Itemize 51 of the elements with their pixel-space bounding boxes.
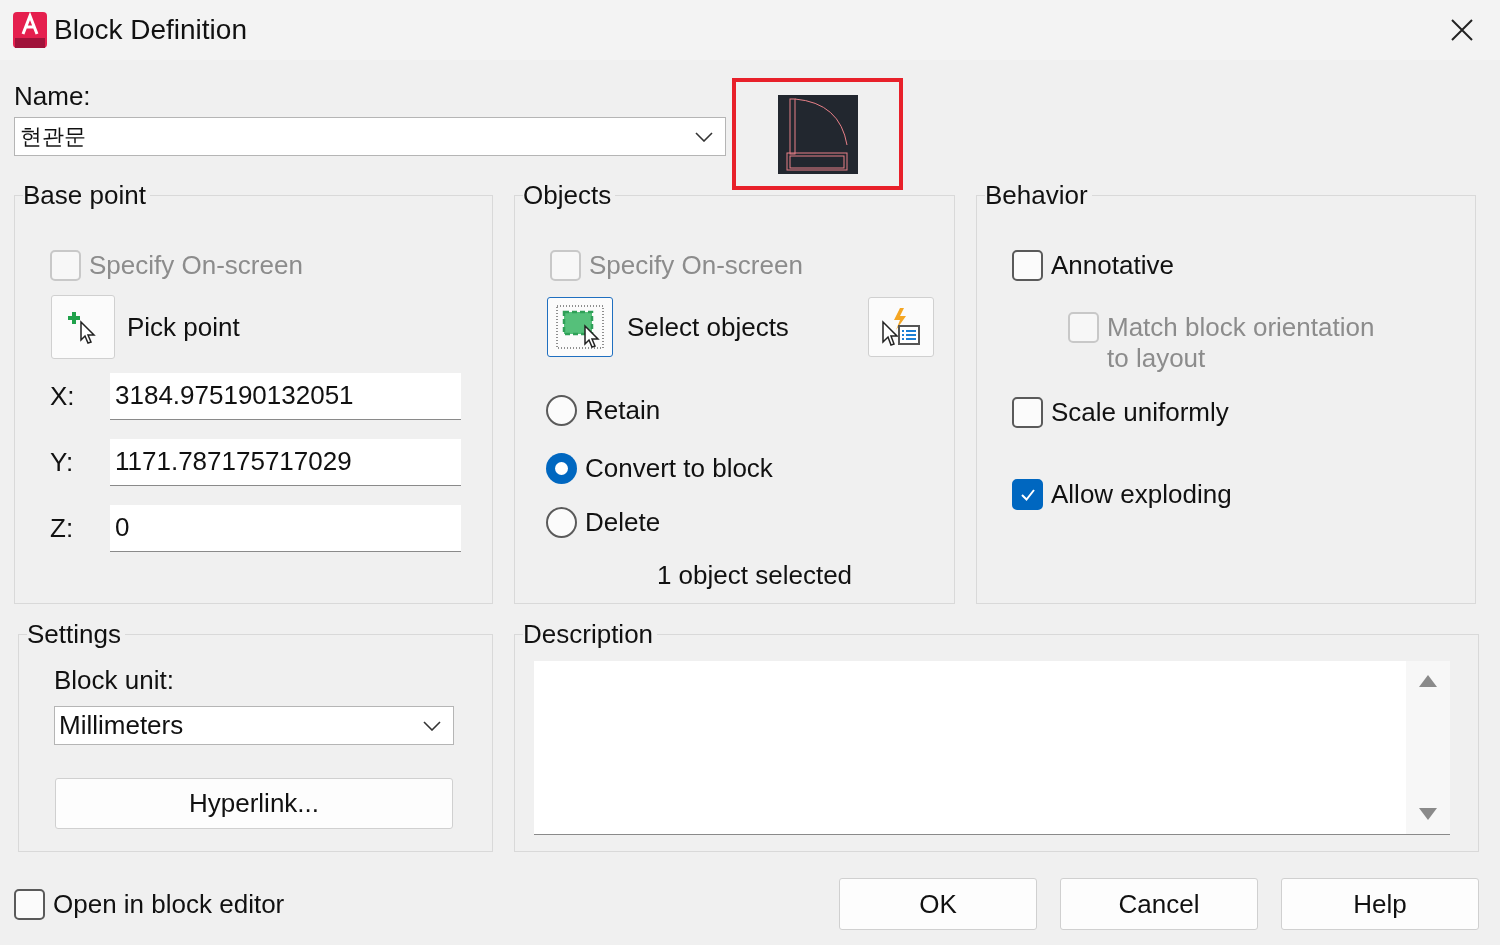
block-unit-dropdown[interactable]: Millimeters [54, 706, 454, 745]
coordinate-field[interactable]: 3184.975190132051 [110, 373, 461, 420]
selection-cursor-icon [555, 304, 605, 350]
plus-cursor-icon [67, 310, 99, 344]
window-title: Block Definition [54, 13, 247, 47]
block-unit-label: Block unit: [54, 664, 175, 697]
radio-label: Convert to block [585, 452, 773, 485]
select-objects-button[interactable] [547, 297, 613, 357]
coordinate-label: Z: [50, 512, 75, 545]
checkbox-label: Scale uniformly [1051, 396, 1229, 429]
checkbox-label: Specify On-screen [89, 249, 303, 282]
coordinate-label: Y: [50, 446, 75, 479]
checkbox-label: Annotative [1051, 249, 1174, 282]
dropdown-value: 현관문 [20, 123, 86, 151]
checkbox[interactable] [14, 888, 45, 920]
checkbox-label: Specify On-screen [589, 249, 803, 282]
scrollbar[interactable] [1406, 661, 1450, 834]
radio-button[interactable] [546, 395, 577, 426]
checkbox-label: Allow exploding [1051, 478, 1232, 511]
coordinate-label: X: [50, 380, 76, 413]
coordinate-field[interactable]: 0 [110, 505, 461, 552]
coordinate-field[interactable]: 1171.787175717029 [110, 439, 461, 486]
scroll-down-icon[interactable] [1419, 808, 1437, 820]
checkbox[interactable] [1012, 250, 1043, 281]
pick-point-button[interactable] [51, 295, 115, 359]
chevron-down-icon [695, 131, 713, 142]
quick-select-icon [880, 306, 922, 348]
checkbox-label: Open in block editor [53, 887, 285, 921]
selection-status: 1 object selected [656, 559, 853, 592]
close-icon[interactable] [1450, 18, 1474, 42]
pick-point-label: Pick point [127, 310, 240, 344]
scroll-up-icon[interactable] [1419, 675, 1437, 687]
dialog-button[interactable]: OK [839, 878, 1037, 930]
chevron-down-icon [423, 720, 441, 731]
radio-button[interactable] [546, 507, 577, 538]
dialog-button[interactable]: Help [1281, 878, 1479, 930]
hyperlink-button[interactable]: Hyperlink... [55, 778, 453, 829]
name-dropdown[interactable]: 현관문 [14, 117, 726, 156]
name-label: Name: [14, 80, 92, 112]
dialog-button[interactable]: Cancel [1060, 878, 1258, 930]
description-field[interactable] [534, 661, 1450, 835]
checkbox-label: Match block orientation to layout [1107, 312, 1376, 374]
radio-label: Delete [585, 506, 661, 539]
select-objects-label: Select objects [627, 310, 789, 344]
dropdown-value: Millimeters [59, 709, 184, 742]
checkbox[interactable] [1012, 397, 1043, 428]
app-logo-icon [11, 10, 49, 50]
quick-select-button[interactable] [868, 297, 934, 357]
radio-button[interactable] [546, 453, 577, 484]
radio-label: Retain [585, 394, 661, 427]
checkbox[interactable] [1012, 479, 1043, 510]
